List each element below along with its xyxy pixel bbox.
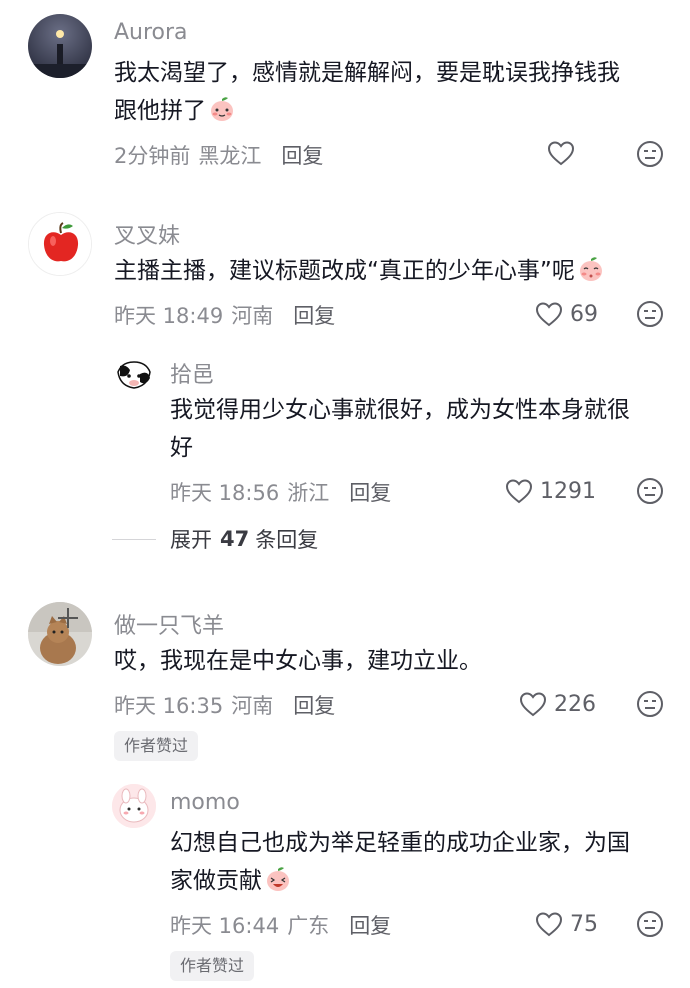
reply-button[interactable]: 回复 — [349, 477, 391, 507]
location: 河南 — [231, 304, 274, 328]
timestamp: 昨天 18:56 — [170, 481, 280, 505]
location: 浙江 — [287, 481, 330, 505]
reply-button[interactable]: 回复 — [293, 690, 335, 720]
reply-button[interactable]: 回复 — [293, 300, 335, 330]
dislike-button[interactable] — [636, 477, 664, 505]
unamused-face-icon — [637, 141, 663, 167]
unamused-face-icon — [637, 301, 663, 327]
comment-list: Aurora 我太渴望了，感情就是解解闷，要是耽误我挣钱我 跟他拼了 2分钟前 … — [0, 0, 690, 988]
comment-meta: 昨天 18:49 河南 回复 — [114, 300, 335, 330]
shy-peach-emoji-icon — [577, 255, 605, 283]
comment-text: 幻想自己也成为举足轻重的成功企业家，为国 家做贡献 — [170, 830, 630, 894]
avatar[interactable] — [28, 14, 92, 78]
dislike-button[interactable] — [636, 910, 664, 938]
timestamp: 昨天 16:44 — [170, 914, 280, 938]
timestamp: 昨天 18:49 — [114, 304, 224, 328]
like-count: 226 — [554, 691, 596, 717]
unamused-face-icon — [637, 911, 663, 937]
heart-icon — [505, 479, 533, 504]
cat-with-windmill-avatar-icon — [28, 602, 92, 666]
comment-meta: 昨天 16:44 广东 回复 — [170, 910, 391, 940]
laughing-peach-emoji-icon — [264, 865, 292, 893]
username[interactable]: 拾邑 — [170, 357, 214, 389]
avatar[interactable] — [28, 602, 92, 666]
like-count: 1291 — [540, 478, 596, 504]
like-count: 69 — [570, 301, 598, 327]
comment-meta: 昨天 18:56 浙江 回复 — [170, 477, 391, 507]
avatar[interactable] — [28, 212, 92, 276]
like-button[interactable]: 226 — [518, 690, 596, 718]
unamused-face-icon — [637, 691, 663, 717]
like-count: 75 — [570, 911, 598, 937]
heart-icon — [547, 141, 575, 166]
dislike-button[interactable] — [636, 140, 664, 168]
comment-text: 我觉得用少女心事就很好，成为女性本身就很 好 — [170, 397, 630, 461]
dislike-button[interactable] — [636, 690, 664, 718]
night-lighthouse-avatar-icon — [28, 14, 92, 78]
like-button[interactable] — [546, 139, 582, 167]
username[interactable]: 做一只飞羊 — [114, 608, 224, 640]
comment-text: 我太渴望了，感情就是解解闷，要是耽误我挣钱我 跟他拼了 — [114, 60, 620, 124]
like-button[interactable]: 69 — [534, 300, 598, 328]
dislike-button[interactable] — [636, 300, 664, 328]
reply-button[interactable]: 回复 — [349, 910, 391, 940]
cow-cartoon-avatar-icon — [112, 352, 156, 396]
red-apple-avatar-icon — [29, 213, 91, 275]
expand-replies-button[interactable]: 展开 47 条回复 — [112, 524, 318, 554]
location: 广东 — [287, 914, 330, 938]
location: 黑龙江 — [198, 144, 262, 168]
comment-meta: 昨天 16:35 河南 回复 — [114, 690, 335, 720]
reply-button[interactable]: 回复 — [281, 140, 323, 170]
avatar[interactable] — [112, 352, 156, 396]
heart-icon — [519, 692, 547, 717]
username[interactable]: momo — [170, 790, 240, 815]
expand-prefix: 展开 — [170, 528, 212, 552]
like-button[interactable]: 1291 — [504, 477, 596, 505]
unamused-face-icon — [637, 478, 663, 504]
comment-text: 主播主播，建议标题改成“真正的少年心事”呢 — [114, 252, 605, 290]
comment-meta: 2分钟前 黑龙江 回复 — [114, 140, 323, 170]
timestamp: 昨天 16:35 — [114, 694, 224, 718]
avatar[interactable] — [112, 784, 156, 828]
username[interactable]: Aurora — [114, 20, 188, 45]
username[interactable]: 叉叉妹 — [114, 218, 180, 250]
pink-bunny-avatar-icon — [112, 784, 156, 828]
comment-text: 哎，我现在是中女心事，建功立业。 — [114, 648, 482, 674]
heart-icon — [535, 912, 563, 937]
expand-suffix: 条回复 — [255, 528, 319, 552]
location: 河南 — [231, 694, 274, 718]
heart-icon — [535, 302, 563, 327]
divider — [112, 538, 156, 540]
timestamp: 2分钟前 — [114, 144, 191, 168]
expand-count: 47 — [220, 527, 250, 551]
author-liked-badge: 作者赞过 — [114, 731, 199, 761]
author-liked-badge: 作者赞过 — [170, 951, 255, 981]
like-button[interactable]: 75 — [534, 910, 598, 938]
blushing-peach-emoji-icon — [208, 95, 236, 123]
